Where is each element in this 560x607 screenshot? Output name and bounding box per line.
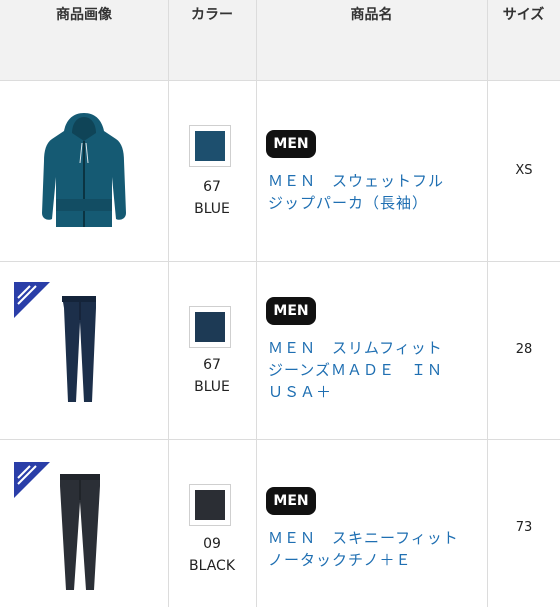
product-table: 商品画像 カラー 商品名 サイズ 67 BLUE MEN ＭＥＮ スウェットフル…	[0, 0, 560, 607]
swatch-fill	[195, 312, 225, 342]
product-name-line: ジップパーカ（長袖）	[268, 194, 429, 212]
color-swatch[interactable]	[189, 484, 231, 526]
product-name-line: ＭＥＮ スキニーフィット	[268, 529, 459, 547]
table-row: 67 BLUE MEN ＭＥＮ スウェットフル ジップパーカ（長袖） XS	[0, 81, 560, 261]
color-swatch[interactable]	[189, 125, 231, 167]
swatch-fill	[195, 131, 225, 161]
product-image-cell	[0, 81, 168, 261]
men-tag: MEN	[266, 487, 316, 515]
product-name-link[interactable]: ＭＥＮ スリムフィット ジーンズＭＡＤＥ ＩＮ ＵＳＡ＋	[268, 337, 478, 403]
table-row: 09 BLACK MEN ＭＥＮ スキニーフィット ノータックチノ＋Ｅ 73	[0, 440, 560, 607]
product-name-link[interactable]: ＭＥＮ スキニーフィット ノータックチノ＋Ｅ	[268, 527, 478, 571]
name-cell: MEN ＭＥＮ スウェットフル ジップパーカ（長袖）	[256, 81, 487, 261]
color-swatch[interactable]	[189, 306, 231, 348]
size-value: 73	[515, 520, 533, 535]
header-color: カラー	[191, 7, 233, 23]
color-cell: 09 BLACK	[168, 440, 256, 607]
hoodie-image[interactable]	[0, 81, 168, 261]
color-name: BLUE	[194, 379, 230, 395]
men-tag: MEN	[266, 130, 316, 158]
product-image-cell	[0, 440, 168, 607]
chinos-image[interactable]	[0, 440, 168, 607]
color-name: BLUE	[194, 201, 230, 217]
product-name-line: ＵＳＡ＋	[268, 383, 333, 401]
header-size: サイズ	[502, 7, 545, 23]
jeans-image[interactable]	[0, 262, 168, 439]
product-name-line: ジーンズＭＡＤＥ ＩＮ	[268, 361, 443, 379]
product-name-link[interactable]: ＭＥＮ スウェットフル ジップパーカ（長袖）	[268, 170, 478, 214]
color-cell: 67 BLUE	[168, 81, 256, 261]
size-value: XS	[515, 163, 533, 178]
color-cell: 67 BLUE	[168, 262, 256, 439]
name-cell: MEN ＭＥＮ スリムフィット ジーンズＭＡＤＥ ＩＮ ＵＳＡ＋	[256, 262, 487, 439]
name-cell: MEN ＭＥＮ スキニーフィット ノータックチノ＋Ｅ	[256, 440, 487, 607]
color-name: BLACK	[188, 558, 235, 574]
header-image: 商品画像	[56, 7, 112, 23]
header-product-name: 商品名	[350, 7, 393, 23]
size-value: 28	[515, 342, 533, 357]
product-name-line: ＭＥＮ スリムフィット	[268, 339, 443, 357]
table-row: 67 BLUE MEN ＭＥＮ スリムフィット ジーンズＭＡＤＥ ＩＮ ＵＳＡ＋…	[0, 262, 560, 439]
product-name-line: ＭＥＮ スウェットフル	[268, 172, 445, 190]
product-name-line: ノータックチノ＋Ｅ	[268, 551, 412, 569]
men-tag: MEN	[266, 297, 316, 325]
color-code: 67	[203, 357, 221, 373]
product-image-cell	[0, 262, 168, 439]
swatch-fill	[195, 490, 225, 520]
color-code: 67	[203, 179, 221, 195]
color-code: 09	[203, 536, 221, 552]
